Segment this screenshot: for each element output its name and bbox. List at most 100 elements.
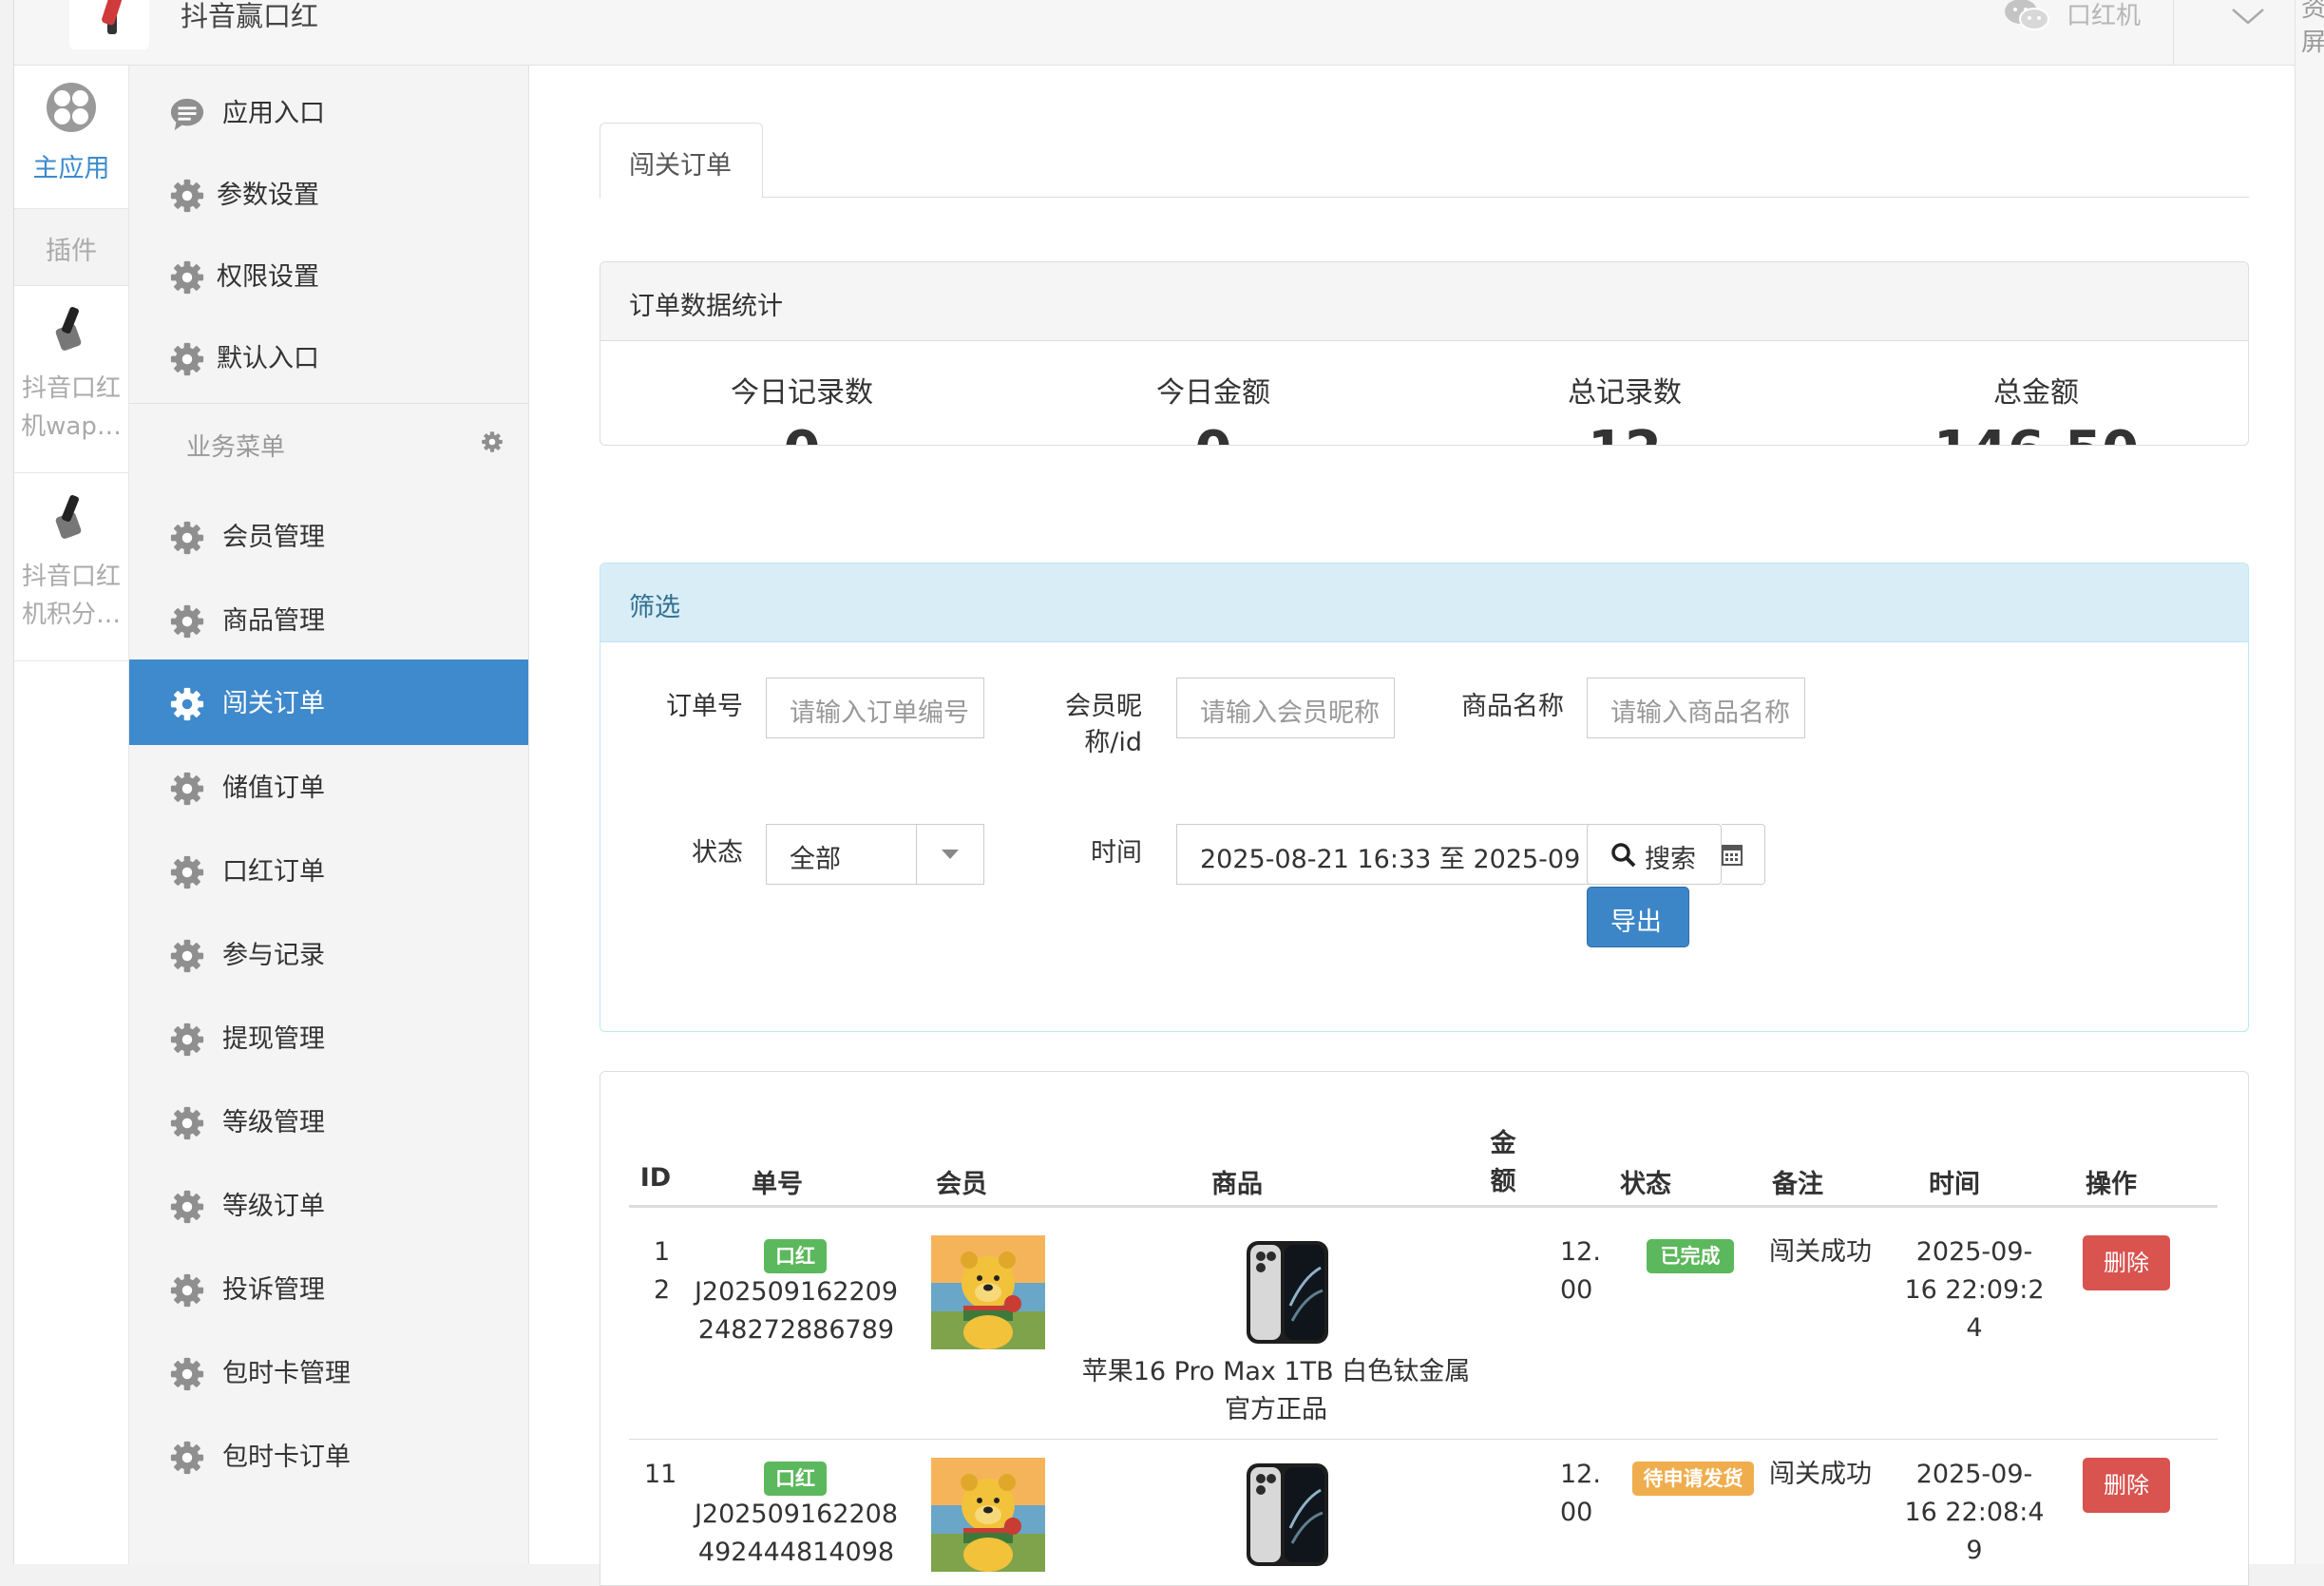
cell-order-no: J202509162208 492444814098 [694, 1500, 899, 1567]
nav-label: 储值订单 [222, 774, 325, 803]
main-app-label: 主应用 [32, 154, 110, 183]
gear-icon [169, 686, 205, 722]
col-member: 会员 [936, 1170, 987, 1199]
col-time: 时间 [1929, 1170, 1980, 1199]
tag-badge: 口红 [764, 1462, 827, 1496]
status-label: 状态 [692, 838, 743, 868]
calendar-icon[interactable] [1722, 824, 1765, 885]
cell-time: 2025-09- 16 22:09:2 4 [1904, 1237, 2045, 1343]
nav-item-params[interactable]: 参数设置 [129, 153, 528, 235]
nav-item-lipstick-orders[interactable]: 口红订单 [129, 830, 528, 911]
nav-label: 包时卡管理 [222, 1359, 351, 1388]
col-id: ID [639, 1163, 672, 1193]
nav-item-levels[interactable]: 等级管理 [129, 1080, 528, 1162]
filter-header: 筛选 [600, 564, 2248, 642]
edge-char: 资 [2301, 0, 2324, 23]
chat-bubble-icon [170, 98, 204, 131]
filter-panel: 筛选 订单号 请输入订单编号 会员昵 称/id 请输入会员昵称 商品名称 请输入… [600, 563, 2249, 1032]
account-name[interactable]: 口红机 [2067, 0, 2141, 31]
nav-label: 权限设置 [217, 262, 319, 292]
cell-id: 11 [644, 1460, 677, 1489]
col-actions: 操作 [2086, 1170, 2137, 1199]
nav-label: 会员管理 [222, 523, 325, 552]
app-switcher: 主应用 插件 抖音口红 机wap… 抖音口红 机积分… [14, 66, 129, 1564]
apps-grid-icon [47, 83, 96, 132]
sidebar-nav: 应用入口 参数设置 权限设置 默认入口 业务菜单 会员管理 商品管理 闯关订单 [129, 66, 529, 1564]
nav-item-level-orders[interactable]: 等级订单 [129, 1164, 528, 1246]
gear-icon [169, 1272, 205, 1309]
product-name-label: 商品名称 [1461, 692, 1564, 721]
product-name-input[interactable]: 请输入商品名称 [1587, 678, 1805, 738]
nav-label: 提现管理 [222, 1024, 325, 1054]
member-avatar [931, 1458, 1045, 1572]
plugin-tab[interactable]: 插件 [14, 208, 128, 286]
nav-item-default-entry[interactable]: 默认入口 [129, 316, 528, 398]
app-title: 抖音赢口红 [181, 0, 319, 32]
gear-icon [169, 603, 205, 640]
nav-label: 等级订单 [222, 1192, 325, 1221]
topbar-divider [2173, 0, 2174, 65]
order-no-label: 订单号 [666, 692, 743, 721]
delete-button[interactable]: 删除 [2083, 1458, 2170, 1513]
table-header-divider [629, 1205, 2218, 1208]
search-button-label: 搜索 [1645, 845, 1696, 874]
time-label: 时间 [1091, 838, 1142, 868]
member-label: 会员昵 称/id [1065, 692, 1142, 757]
col-amount: 金 额 [1490, 1129, 1516, 1196]
main-app-tab[interactable]: 主应用 [14, 66, 128, 206]
nav-label: 应用入口 [222, 99, 325, 128]
nav-item-timecards[interactable]: 包时卡管理 [129, 1331, 528, 1413]
gear-icon [169, 1105, 205, 1141]
stats-title: 订单数据统计 [629, 292, 783, 321]
nav-label: 包时卡订单 [222, 1443, 351, 1472]
stats-panel: 订单数据统计 今日记录数 0 今日金额 0 总记录数 12 总金额 146.50 [600, 261, 2249, 446]
export-button[interactable]: 导出 [1587, 887, 1689, 947]
cell-amount: 12. 00 [1560, 1237, 1601, 1305]
cell-note: 闯关成功 [1769, 1460, 1872, 1489]
status-select[interactable]: 全部 [766, 824, 984, 885]
product-image [1245, 1239, 1330, 1346]
stat-total-count: 总记录数 12 [1568, 376, 1682, 445]
col-status: 状态 [1620, 1170, 1671, 1199]
status-badge: 已完成 [1647, 1239, 1734, 1273]
nav-label: 投诉管理 [222, 1275, 325, 1305]
nav-label: 默认入口 [217, 344, 319, 373]
nav-label: 口红订单 [222, 857, 325, 887]
nav-item-products[interactable]: 商品管理 [129, 579, 528, 660]
nav-item-complaints[interactable]: 投诉管理 [129, 1248, 528, 1329]
plugin-item[interactable]: 抖音口红 机积分… [14, 474, 128, 661]
app-frame: 抖音赢口红 口红机 主应用 插件 抖音口红 机wap… 抖音口红 机积分… 应用… [13, 0, 2308, 1586]
cell-note: 闯关成功 [1769, 1237, 1872, 1267]
member-avatar [931, 1235, 1045, 1349]
nav-item-permissions[interactable]: 权限设置 [129, 235, 528, 316]
plugin-label: 抖音口红 机wap… [21, 374, 122, 441]
nav-item-app-entry[interactable]: 应用入口 [129, 71, 528, 153]
time-range-input[interactable]: 2025-08-21 16:33 至 2025-09 [1176, 824, 1589, 885]
nav-item-challenge-orders[interactable]: 闯关订单 [129, 659, 528, 745]
cell-amount: 12. 00 [1560, 1460, 1601, 1527]
search-icon [1611, 843, 1636, 868]
order-no-input[interactable]: 请输入订单编号 [766, 678, 984, 738]
app-logo [69, 0, 149, 49]
member-input[interactable]: 请输入会员昵称 [1176, 678, 1395, 738]
gear-icon[interactable] [481, 430, 504, 453]
stat-total-amount: 总金额 146.50 [1933, 376, 2139, 445]
chevron-down-icon[interactable] [2230, 4, 2266, 27]
nav-item-members[interactable]: 会员管理 [129, 495, 528, 577]
nav-item-withdrawals[interactable]: 提现管理 [129, 997, 528, 1079]
col-note: 备注 [1772, 1170, 1823, 1199]
stat-today-amount: 今日金额 0 [1156, 376, 1270, 445]
nav-item-participation[interactable]: 参与记录 [129, 913, 528, 995]
gear-icon [169, 178, 205, 214]
plugin-item[interactable]: 抖音口红 机wap… [14, 286, 128, 473]
nav-item-recharge-orders[interactable]: 储值订单 [129, 746, 528, 828]
cell-order-no: J202509162209 248272886789 [694, 1277, 899, 1345]
delete-button[interactable]: 删除 [2083, 1235, 2170, 1290]
tab-challenge-orders[interactable]: 闯关订单 [600, 123, 763, 199]
plugin-label: 抖音口红 机积分… [21, 563, 121, 629]
nav-item-timecard-orders[interactable]: 包时卡订单 [129, 1415, 528, 1497]
nav-label: 参与记录 [222, 941, 325, 970]
cell-time: 2025-09- 16 22:08:4 9 [1904, 1460, 2045, 1565]
search-button[interactable]: 搜索 [1587, 824, 1722, 885]
product-image [1245, 1462, 1330, 1568]
